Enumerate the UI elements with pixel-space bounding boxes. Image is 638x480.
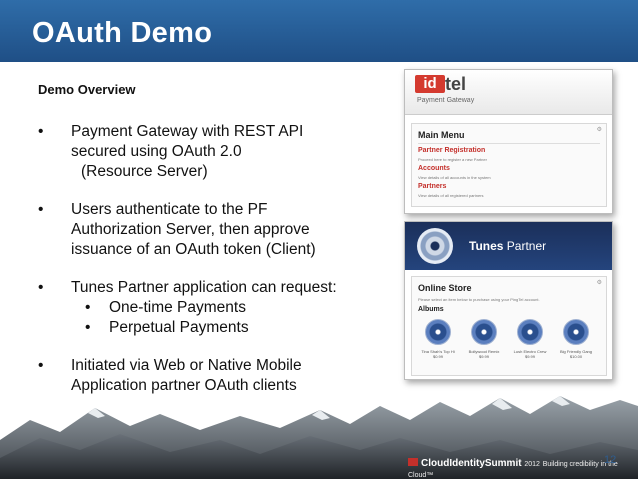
tunes-header: Tunes Partner — [405, 222, 612, 270]
sub-bullet-perpetual: Perpetual Payments — [81, 318, 383, 338]
gear-icon: ⚙ — [596, 280, 602, 286]
gear-icon: ⚙ — [596, 127, 602, 133]
tunes-partner-screenshot: Tunes Partner ⚙ Online Store Please sele… — [404, 221, 613, 380]
bullet-line: Initiated via Web or Native Mobile — [71, 357, 302, 374]
sub-bullet-one-time: One-time Payments — [81, 298, 383, 318]
bullet-line: (Resource Server) — [81, 163, 208, 180]
album-item[interactable]: Bollywood Remix $9.99 — [464, 319, 504, 359]
online-store-box: ⚙ Online Store Please select an item bel… — [411, 276, 607, 376]
album-item[interactable]: Big Friendly Gang $10.00 — [556, 319, 596, 359]
idtel-logo: id tel — [415, 75, 497, 97]
bullet-line: Payment Gateway with REST API — [71, 123, 304, 140]
bullet-line: issuance of an OAuth token (Client) — [71, 241, 316, 258]
albums-title: Albums — [418, 306, 444, 313]
partners-link[interactable]: Partners — [418, 183, 446, 190]
slide-number: 12 — [604, 454, 617, 466]
main-menu-title: Main Menu — [418, 130, 465, 140]
bullet-list: Payment Gateway with REST API secured us… — [38, 122, 383, 414]
overview-heading: Demo Overview — [38, 82, 136, 97]
divider — [418, 143, 600, 144]
logo-id: id — [415, 75, 445, 93]
idtel-subtitle: Payment Gateway — [417, 97, 475, 104]
idtel-screenshot: id tel Payment Gateway ⚙ Main Menu Partne… — [404, 69, 613, 214]
bullet-line: secured using OAuth 2.0 — [71, 143, 242, 160]
main-menu-box: ⚙ Main Menu Partner Registration Proceed… — [411, 123, 607, 207]
online-store-desc: Please select an item below to purchase … — [418, 297, 540, 302]
tunes-brand: Tunes Partner — [469, 239, 546, 253]
title-bar: OAuth Demo — [0, 0, 638, 62]
bullet-line: Tunes Partner application can request: — [71, 279, 337, 296]
album-cd-icon — [517, 319, 543, 345]
album-price: $9.99 — [524, 354, 535, 359]
footer-brand-name: CloudIdentitySummit — [421, 458, 522, 469]
accounts-desc: View details of all accounts in the syst… — [418, 175, 491, 180]
bullet-line: Users authenticate to the PF — [71, 201, 268, 218]
album-price: $0.99 — [432, 354, 443, 359]
album-price: $9.99 — [478, 354, 489, 359]
accounts-link[interactable]: Accounts — [418, 165, 450, 172]
album-cd-icon — [471, 319, 497, 345]
bullet-line: Authorization Server, then approve — [71, 221, 310, 238]
online-store-title: Online Store — [418, 283, 472, 293]
album-cd-icon — [425, 319, 451, 345]
logo-tel: tel — [445, 74, 467, 94]
idtel-header: id tel Payment Gateway — [405, 70, 612, 115]
bullet-tunes-partner: Tunes Partner application can request: O… — [38, 278, 383, 338]
cd-icon — [417, 228, 453, 264]
cloud-logo-icon — [408, 458, 418, 466]
album-item[interactable]: Tina Shah's Top Hi $0.99 — [418, 319, 458, 359]
footer-year: 2012 — [524, 461, 540, 468]
bullet-users-authenticate: Users authenticate to the PF Authorizati… — [38, 200, 383, 260]
partners-desc: View details of all registered partners — [418, 193, 484, 198]
slide-title: OAuth Demo — [32, 17, 213, 49]
album-item[interactable]: Lush Electro Crew $9.99 — [510, 319, 550, 359]
bullet-payment-gateway: Payment Gateway with REST API secured us… — [38, 122, 383, 182]
album-price: $10.00 — [569, 354, 583, 359]
tunes-brand-bold: Tunes — [469, 239, 504, 253]
album-cd-icon — [563, 319, 589, 345]
tunes-brand-rest: Partner — [503, 239, 547, 253]
partner-registration-desc: Proceed here to register a new Partner — [418, 157, 487, 162]
partner-registration-link[interactable]: Partner Registration — [418, 147, 485, 154]
